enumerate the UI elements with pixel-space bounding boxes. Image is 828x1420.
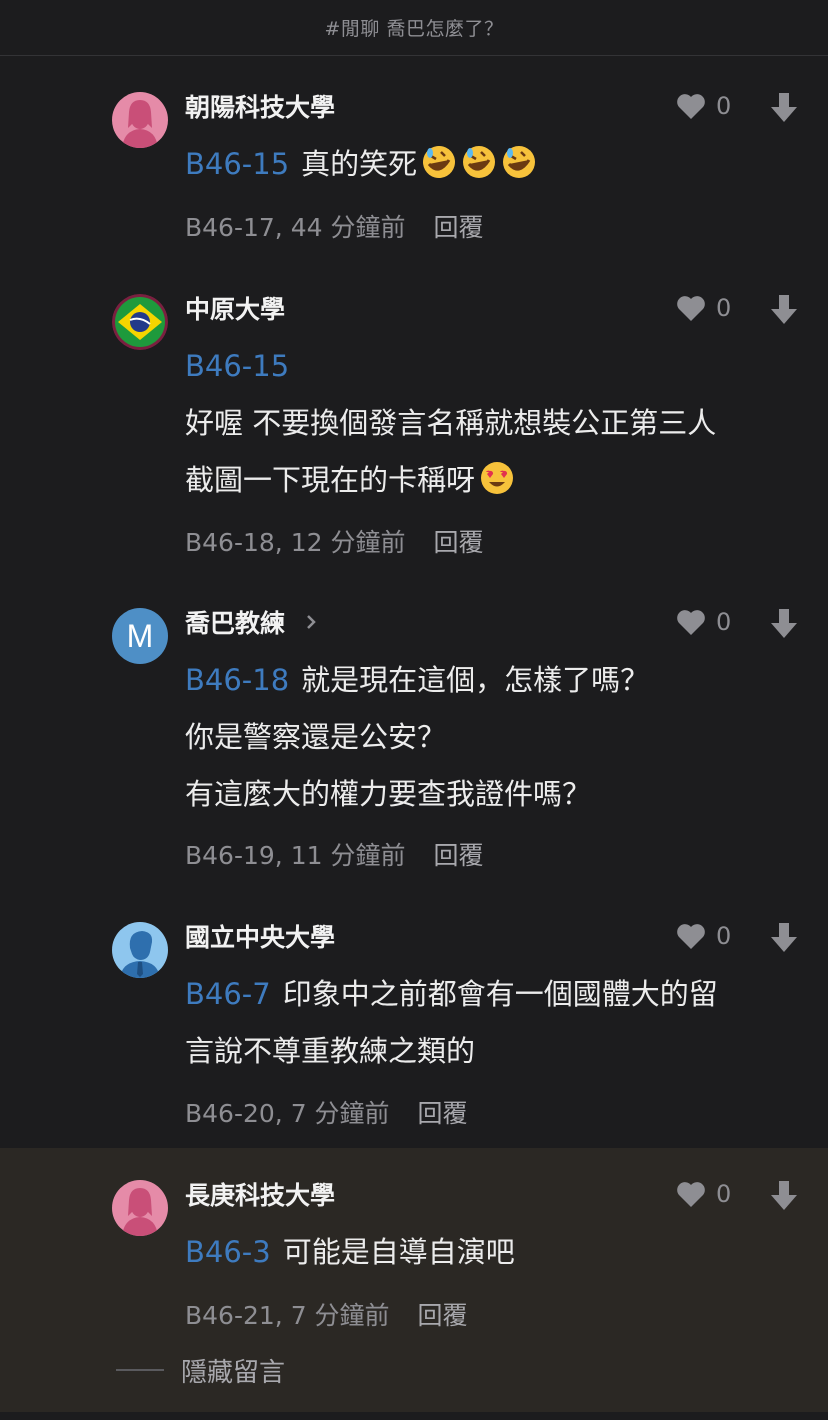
hide-comments-label: 隱藏留言 [181, 1357, 286, 1388]
svg-text:M: M [127, 618, 154, 654]
comment-item: M 喬巴教練 0 B46-18 就是現在這個，怎樣了嗎？ 你是警察還是公安？ 有這… [0, 586, 828, 900]
comment-meta: B46-20, 7 分鐘前 回覆 [185, 1092, 468, 1132]
comment-meta: B46-19, 11 分鐘前 回覆 [185, 834, 483, 874]
author-row: 長庚科技大學 [185, 1176, 335, 1212]
author-row: 朝陽科技大學 [185, 88, 335, 124]
comment-line: 你是警察還是公安？ [185, 720, 447, 754]
reply-button[interactable]: 回覆 [433, 836, 483, 872]
reply-button[interactable]: 回覆 [433, 523, 483, 559]
rofl-emoji-icon [421, 144, 457, 180]
comment-body: B46-15 真的笑死 [185, 136, 795, 193]
dislike-button[interactable] [770, 293, 798, 327]
dislike-button[interactable] [770, 921, 798, 955]
comment-meta: B46-17, 44 分鐘前 回覆 [185, 206, 483, 246]
floor-reference-link[interactable]: B46-15 [185, 349, 289, 383]
floor-and-time: B46-21, 7 分鐘前 [185, 1301, 390, 1330]
avatar[interactable] [112, 922, 168, 978]
author-name[interactable]: 長庚科技大學 [185, 1176, 335, 1212]
heart-icon [676, 294, 706, 322]
down-arrow-icon [770, 91, 798, 125]
hide-comments-toggle[interactable]: 隱藏留言 [116, 1348, 285, 1392]
comment-meta: B46-18, 12 分鐘前 回覆 [185, 521, 483, 561]
avatar[interactable] [112, 92, 168, 148]
floor-and-time: B46-17, 44 分鐘前 [185, 213, 406, 242]
author-name[interactable]: 朝陽科技大學 [185, 88, 335, 124]
comment-body: B46-15 好喔 不要換個發言名稱就想裝公正第三人 截圖一下現在的卡稱呀 [185, 338, 795, 509]
heart-icon [676, 92, 706, 120]
heart-eyes-emoji-icon [479, 460, 515, 496]
like-count: 0 [716, 92, 732, 120]
chevron-right-icon[interactable] [303, 610, 319, 634]
author-row: 中原大學 [185, 290, 285, 326]
avatar[interactable] [112, 1180, 168, 1236]
comment-body: B46-7 印象中之前都會有一個國體大的留 言說不尊重教練之類的 [185, 966, 795, 1080]
avatar[interactable]: M [112, 608, 168, 664]
like-button[interactable]: 0 [676, 88, 731, 124]
comment-body: B46-18 就是現在這個，怎樣了嗎？ 你是警察還是公安？ 有這麼大的權力要查我證… [185, 652, 795, 823]
dislike-button[interactable] [770, 1179, 798, 1213]
dislike-button[interactable] [770, 91, 798, 125]
avatar[interactable] [112, 294, 168, 350]
down-arrow-icon [770, 921, 798, 955]
reply-button[interactable]: 回覆 [418, 1296, 468, 1332]
dislike-button[interactable] [770, 607, 798, 641]
comment-line: 截圖一下現在的卡稱呀 [185, 452, 795, 509]
floor-reference-link[interactable]: B46-18 [185, 663, 289, 697]
reply-button[interactable]: 回覆 [433, 208, 483, 244]
heart-icon [676, 1180, 706, 1208]
comment-item: 朝陽科技大學 0 B46-15 真的笑死 B46-17, 44 分鐘前 回覆 [0, 56, 828, 256]
comment-line: B46-18 就是現在這個，怎樣了嗎？ [185, 663, 650, 697]
floor-and-time: B46-19, 11 分鐘前 [185, 841, 406, 870]
like-button[interactable]: 0 [676, 604, 731, 640]
floor-reference-link[interactable]: B46-15 [185, 147, 289, 181]
floor-reference-link[interactable]: B46-7 [185, 977, 271, 1011]
comment-line: 言說不尊重教練之類的 [185, 1034, 476, 1068]
heart-icon [676, 608, 706, 636]
comment-line: B46-15 真的笑死 [185, 136, 795, 193]
down-arrow-icon [770, 607, 798, 641]
comment-line: 好喔 不要換個發言名稱就想裝公正第三人 [185, 406, 717, 440]
top-bar: #閒聊 喬巴怎麼了？ [0, 0, 828, 56]
comment-item: 中原大學 0 B46-15 好喔 不要換個發言名稱就想裝公正第三人 截圖一下現在… [0, 256, 828, 586]
rofl-emoji-icon [501, 144, 537, 180]
author-name[interactable]: 國立中央大學 [185, 918, 335, 954]
reply-button[interactable]: 回覆 [418, 1094, 468, 1130]
comment-item: 國立中央大學 0 B46-7 印象中之前都會有一個國體大的留 言說不尊重教練之類的… [0, 900, 828, 1148]
comment-meta: B46-21, 7 分鐘前 回覆 [185, 1294, 468, 1334]
comment-line: B46-3 可能是自導自演吧 [185, 1235, 515, 1269]
like-button[interactable]: 0 [676, 1176, 731, 1212]
author-name[interactable]: 喬巴教練 [185, 604, 285, 640]
like-count: 0 [716, 294, 732, 322]
comment-line: B46-15 [185, 338, 795, 395]
like-button[interactable]: 0 [676, 918, 731, 954]
comment-line: 有這麼大的權力要查我證件嗎？ [185, 777, 592, 811]
floor-and-time: B46-18, 12 分鐘前 [185, 528, 406, 557]
comment-line: B46-7 印象中之前都會有一個國體大的留 [185, 977, 718, 1011]
page-title: #閒聊 喬巴怎麼了？ [324, 18, 504, 40]
rofl-emoji-icon [461, 144, 497, 180]
divider-line [116, 1369, 164, 1371]
floor-and-time: B46-20, 7 分鐘前 [185, 1099, 390, 1128]
author-row: 喬巴教練 [185, 604, 319, 640]
like-count: 0 [716, 608, 732, 636]
author-row: 國立中央大學 [185, 918, 335, 954]
down-arrow-icon [770, 1179, 798, 1213]
author-name[interactable]: 中原大學 [185, 290, 285, 326]
like-count: 0 [716, 1180, 732, 1208]
heart-icon [676, 922, 706, 950]
floor-reference-link[interactable]: B46-3 [185, 1235, 271, 1269]
like-button[interactable]: 0 [676, 290, 731, 326]
like-count: 0 [716, 922, 732, 950]
comment-body: B46-3 可能是自導自演吧 [185, 1224, 795, 1281]
down-arrow-icon [770, 293, 798, 327]
